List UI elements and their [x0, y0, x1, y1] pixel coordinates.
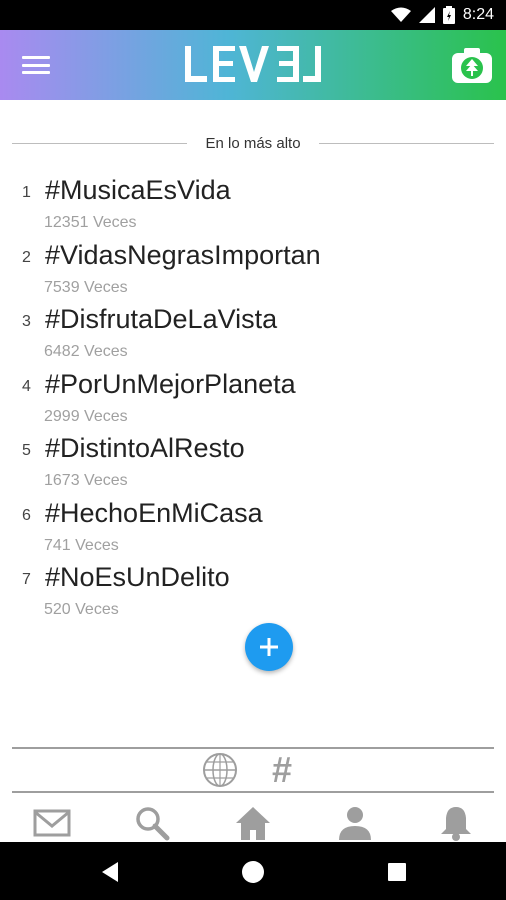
mail-icon[interactable] [32, 804, 72, 842]
divider [12, 791, 494, 793]
trend-rank: 4 [22, 377, 31, 395]
list-item[interactable]: 5 #DistintoAlResto 1673 Veces [0, 430, 506, 495]
trend-hashtag[interactable]: #DisfrutaDeLaVista [45, 304, 277, 335]
list-item[interactable]: 2 #VidasNegrasImportan 7539 Veces [0, 237, 506, 302]
trend-rank: 7 [22, 571, 31, 588]
globe-icon[interactable] [202, 752, 238, 788]
recents-icon[interactable] [384, 859, 410, 885]
trend-count: 1673 Veces [44, 472, 128, 489]
bell-icon[interactable] [436, 804, 476, 842]
camera-icon[interactable] [450, 45, 494, 85]
trending-list: 1 #MusicaEsVida 12351 Veces 2 #VidasNegr… [0, 172, 506, 624]
section-header: En lo más alto [12, 128, 495, 158]
divider-line [12, 142, 188, 144]
home-icon[interactable] [233, 804, 273, 842]
trend-rank: 1 [22, 184, 31, 201]
list-item[interactable]: 1 #MusicaEsVida 12351 Veces [0, 172, 506, 237]
wifi-icon [390, 7, 411, 22]
trend-rank: 6 [22, 506, 31, 524]
trend-count: 741 Veces [44, 536, 119, 554]
plus-icon [260, 638, 278, 656]
trend-hashtag[interactable]: #VidasNegrasImportan [45, 240, 321, 271]
mode-toggle-row: # [0, 750, 506, 790]
trend-count: 6482 Veces [44, 343, 128, 360]
battery-icon [442, 6, 455, 24]
trend-count: 12351 Veces [44, 214, 137, 231]
trend-hashtag[interactable]: #NoEsUnDelito [45, 562, 230, 593]
trend-count: 7539 Veces [44, 278, 128, 296]
back-icon[interactable] [98, 859, 124, 885]
trend-hashtag[interactable]: #HechoEnMiCasa [45, 498, 263, 529]
level-logo [185, 46, 321, 82]
trend-hashtag[interactable]: #DistintoAlResto [45, 433, 245, 464]
trend-rank: 3 [22, 313, 31, 330]
bottom-tab-bar [0, 798, 506, 842]
divider [12, 747, 494, 749]
menu-icon[interactable] [22, 54, 50, 76]
section-title: En lo más alto [205, 134, 301, 152]
signal-icon [418, 7, 435, 23]
app-bar [0, 30, 506, 100]
trend-hashtag[interactable]: #PorUnMejorPlaneta [45, 369, 296, 400]
list-item[interactable]: 6 #HechoEnMiCasa 741 Veces [0, 495, 506, 560]
hashtag-mode-button[interactable]: # [272, 750, 292, 790]
home-circle-icon[interactable] [240, 859, 266, 885]
list-item[interactable]: 7 #NoEsUnDelito 520 Veces [0, 559, 506, 624]
trend-hashtag[interactable]: #MusicaEsVida [45, 175, 231, 206]
trend-rank: 2 [22, 248, 31, 266]
person-icon[interactable] [335, 804, 375, 842]
system-nav-bar [0, 842, 506, 900]
status-time: 8:24 [462, 6, 494, 23]
divider-line [318, 142, 495, 144]
list-item[interactable]: 3 #DisfrutaDeLaVista 6482 Veces [0, 301, 506, 366]
search-icon[interactable] [132, 804, 172, 842]
trend-rank: 5 [22, 442, 31, 459]
trend-count: 520 Veces [44, 601, 119, 618]
add-button[interactable] [245, 623, 293, 671]
list-item[interactable]: 4 #PorUnMejorPlaneta 2999 Veces [0, 366, 506, 431]
trend-count: 2999 Veces [44, 407, 128, 425]
status-bar: 8:24 [0, 0, 506, 30]
